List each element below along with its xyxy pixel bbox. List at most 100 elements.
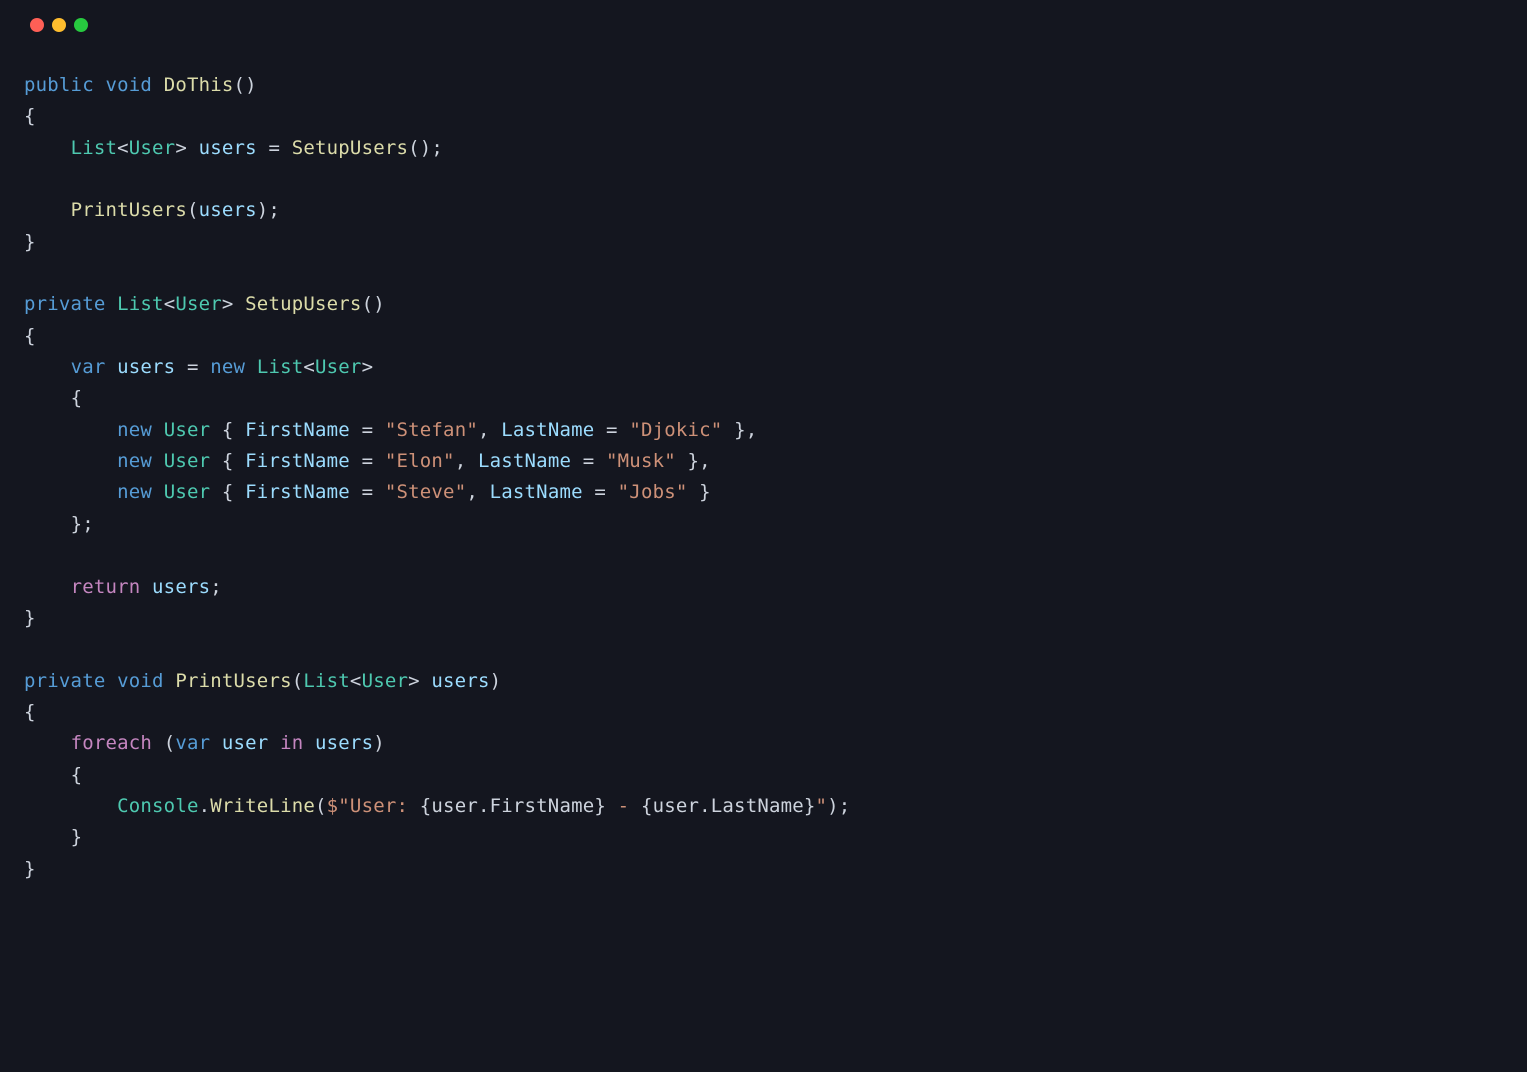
brace: },	[688, 450, 711, 472]
string-literal: "Musk"	[606, 450, 676, 472]
brace: }	[24, 231, 36, 253]
type: User	[175, 293, 222, 315]
keyword-void: void	[117, 670, 164, 692]
keyword-return: return	[71, 576, 141, 598]
string-literal: "Stefan"	[385, 419, 478, 441]
string-literal: "	[816, 795, 828, 817]
code-block: public void DoThis() { List<User> users …	[0, 40, 1527, 915]
brace: {	[24, 325, 36, 347]
keyword-new: new	[210, 356, 245, 378]
property: LastName	[478, 450, 571, 472]
punc: =	[268, 137, 280, 159]
punc: =	[362, 481, 374, 503]
brace: }	[24, 858, 36, 880]
punc: );	[827, 795, 850, 817]
keyword-new: new	[117, 419, 152, 441]
maximize-icon[interactable]	[74, 18, 88, 32]
property: LastName	[490, 481, 583, 503]
string-literal: "Djokic"	[629, 419, 722, 441]
brace: {	[24, 701, 36, 723]
punc: =	[187, 356, 199, 378]
punc: )	[373, 732, 385, 754]
punc: >	[175, 137, 187, 159]
method-name: SetupUsers	[245, 293, 361, 315]
window-controls	[0, 0, 1527, 40]
keyword-new: new	[117, 450, 152, 472]
punc: (	[315, 795, 327, 817]
brace: }	[699, 481, 711, 503]
type: Console	[117, 795, 198, 817]
punc: ,	[478, 419, 490, 441]
punc: ,	[455, 450, 467, 472]
variable: users	[152, 576, 210, 598]
property: FirstName	[245, 450, 350, 472]
variable: users	[117, 356, 175, 378]
brace: }	[71, 826, 83, 848]
method-name: DoThis	[164, 74, 234, 96]
brace: {	[24, 105, 36, 127]
punc: =	[606, 419, 618, 441]
close-icon[interactable]	[30, 18, 44, 32]
type: User	[164, 419, 211, 441]
punc: =	[362, 450, 374, 472]
punc: (	[292, 670, 304, 692]
punc: ()	[234, 74, 257, 96]
keyword-var: var	[175, 732, 210, 754]
punc: )	[490, 670, 502, 692]
type: User	[362, 670, 409, 692]
interp: {user.FirstName}	[420, 795, 606, 817]
string-literal: "Steve"	[385, 481, 466, 503]
keyword-new: new	[117, 481, 152, 503]
keyword-private: private	[24, 670, 105, 692]
punc: <	[164, 293, 176, 315]
variable: users	[431, 670, 489, 692]
variable: users	[199, 199, 257, 221]
type: User	[164, 450, 211, 472]
punc: =	[583, 450, 595, 472]
keyword-private: private	[24, 293, 105, 315]
punc: ();	[408, 137, 443, 159]
keyword-foreach: foreach	[71, 732, 152, 754]
keyword-var: var	[71, 356, 106, 378]
punc: );	[257, 199, 280, 221]
type: List	[303, 670, 350, 692]
string-literal: "Elon"	[385, 450, 455, 472]
method-call: SetupUsers	[292, 137, 408, 159]
type: List	[257, 356, 304, 378]
minimize-icon[interactable]	[52, 18, 66, 32]
property: FirstName	[245, 481, 350, 503]
brace: }	[24, 607, 36, 629]
type: User	[129, 137, 176, 159]
keyword-void: void	[105, 74, 152, 96]
punc: =	[362, 419, 374, 441]
type: List	[71, 137, 118, 159]
string-literal: "Jobs"	[618, 481, 688, 503]
punc: ()	[362, 293, 385, 315]
method-call: PrintUsers	[71, 199, 187, 221]
keyword-in: in	[280, 732, 303, 754]
brace: },	[734, 419, 757, 441]
punc: >	[222, 293, 234, 315]
variable: users	[315, 732, 373, 754]
punc: >	[408, 670, 420, 692]
punc: (	[187, 199, 199, 221]
type: User	[315, 356, 362, 378]
property: FirstName	[245, 419, 350, 441]
brace: {	[222, 419, 234, 441]
string-literal: -	[606, 795, 641, 817]
brace: };	[71, 513, 94, 535]
variable: user	[222, 732, 269, 754]
method-call: WriteLine	[210, 795, 315, 817]
type: User	[164, 481, 211, 503]
keyword-public: public	[24, 74, 94, 96]
punc: ,	[466, 481, 478, 503]
method-name: PrintUsers	[175, 670, 291, 692]
punc: .	[199, 795, 211, 817]
variable: users	[199, 137, 257, 159]
property: LastName	[501, 419, 594, 441]
brace: {	[71, 387, 83, 409]
punc: <	[350, 670, 362, 692]
punc: <	[303, 356, 315, 378]
punc: (	[164, 732, 176, 754]
interp: {user.LastName}	[641, 795, 816, 817]
